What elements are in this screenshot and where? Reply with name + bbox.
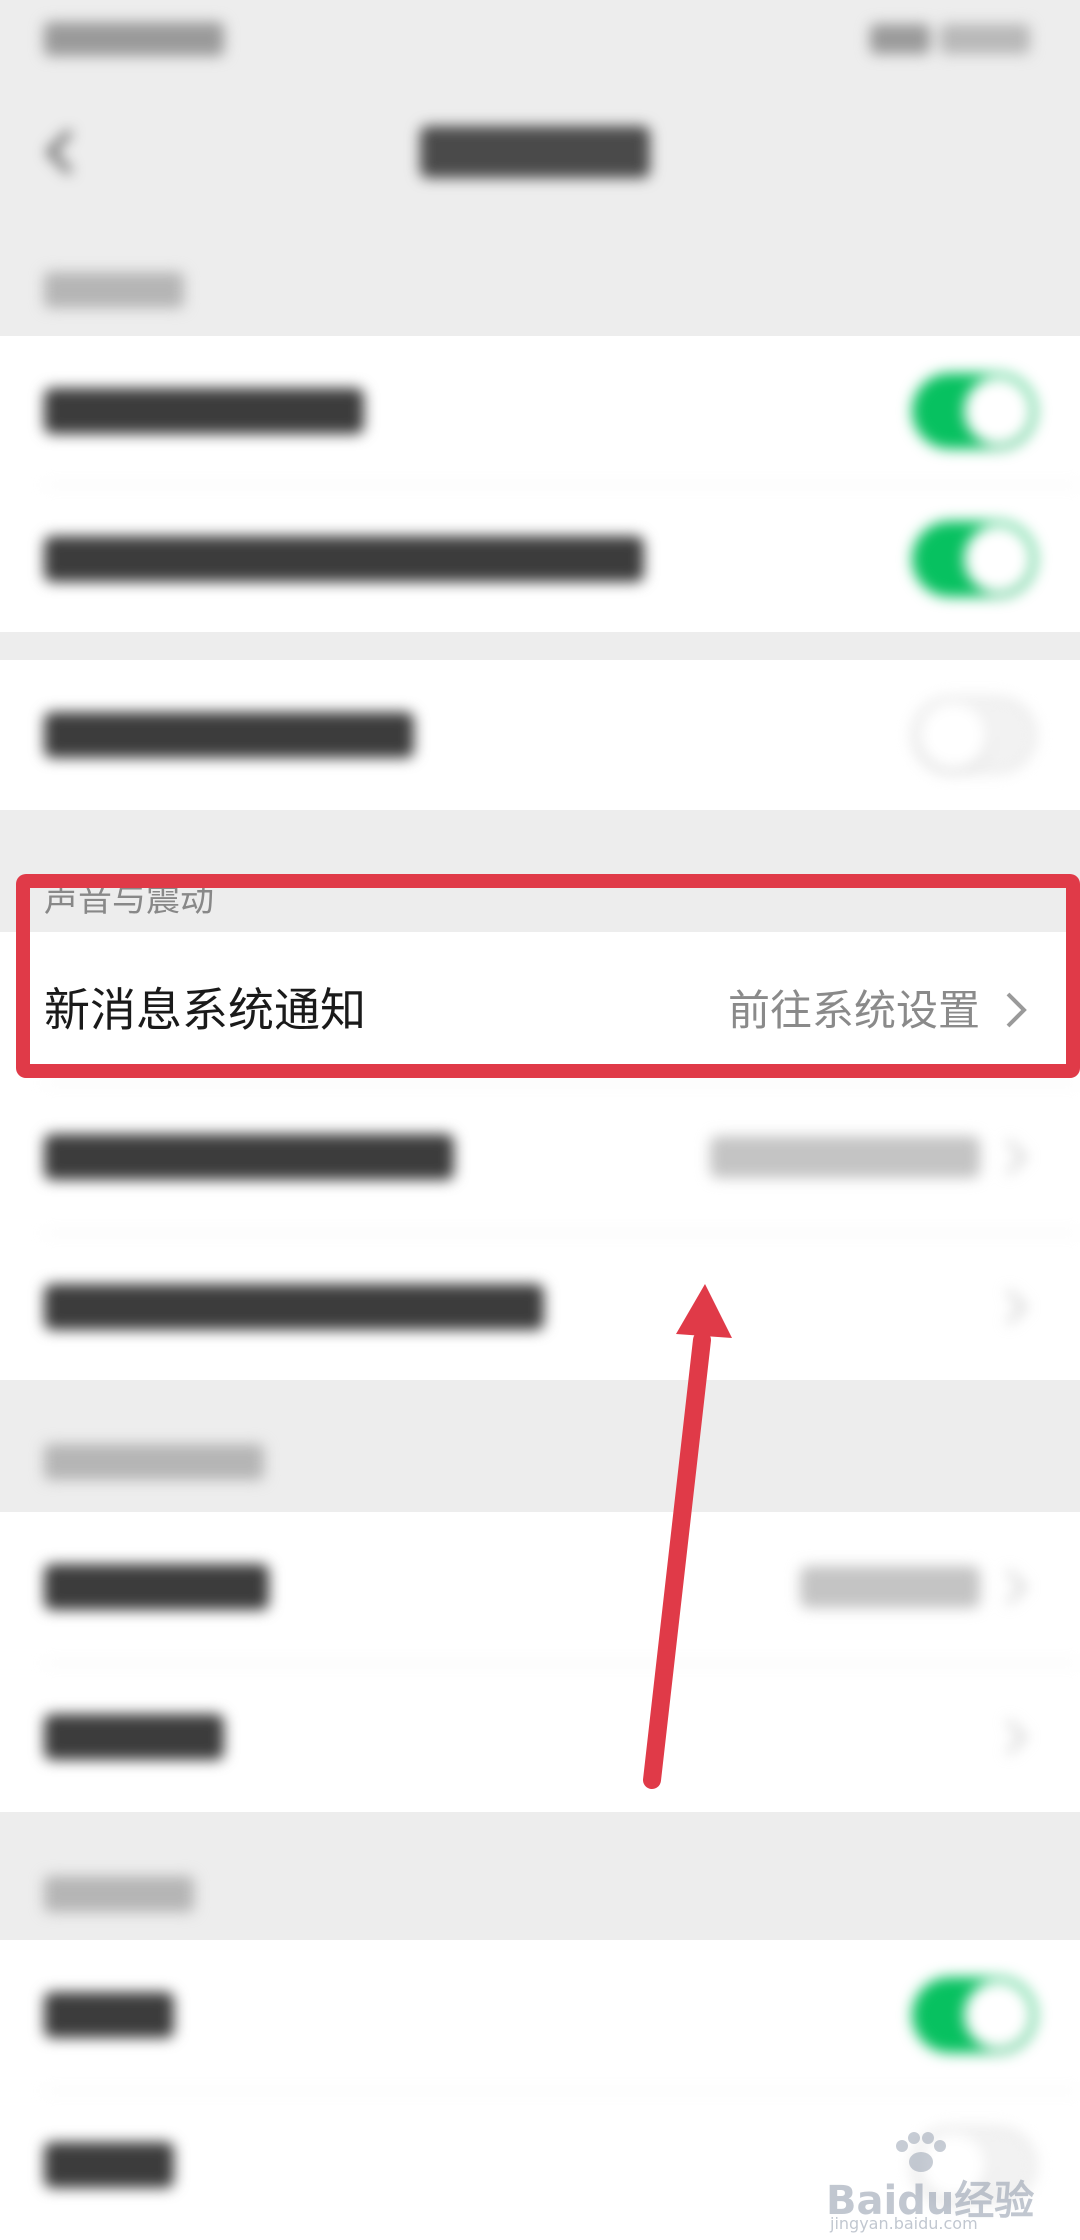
watermark-subtext: jingyan.baidu.com	[830, 2214, 978, 2233]
watermark: Baidu经验 jingyan.baidu.com	[826, 2132, 1066, 2233]
annotation-arrow	[643, 1284, 732, 1789]
